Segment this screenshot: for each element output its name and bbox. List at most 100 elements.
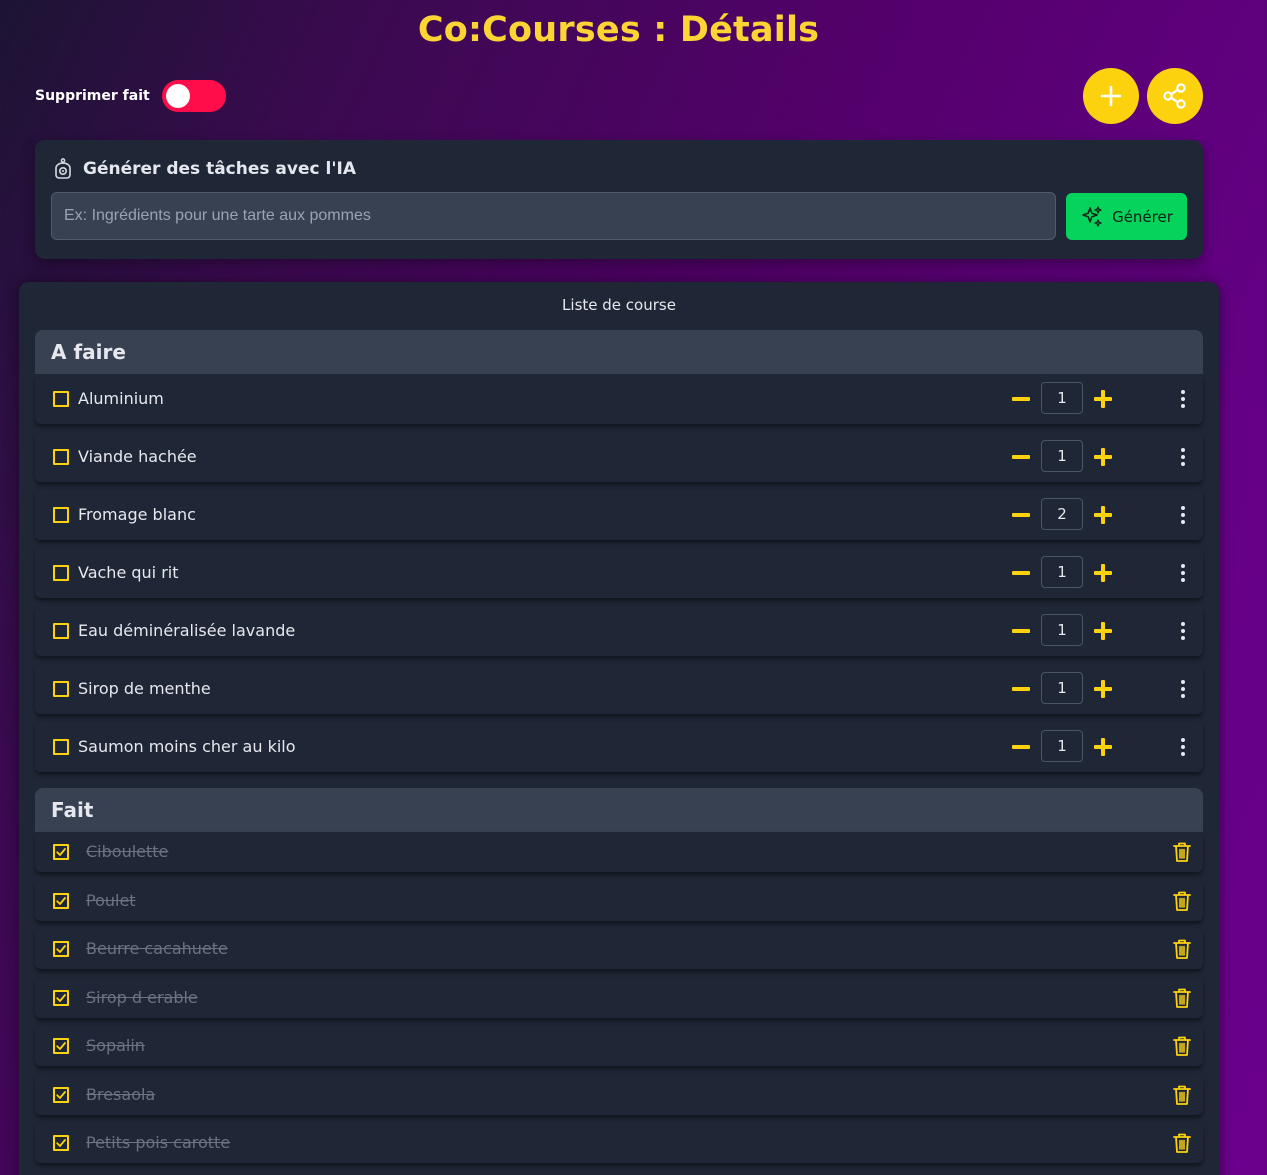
ai-generator-card: Générer des tâches avec l'IA Générer [35,140,1203,259]
decrease-quantity-button[interactable] [1012,513,1030,517]
item-label: Sirop d erable [86,987,198,1007]
trash-icon[interactable] [1173,890,1191,916]
list-item: Saumon moins cher au kilo 1 [35,722,1203,772]
trash-icon[interactable] [1173,1035,1191,1061]
trash-icon[interactable] [1173,938,1191,964]
share-icon [1163,83,1186,109]
more-options-icon[interactable] [1181,506,1185,524]
increase-quantity-button[interactable] [1094,448,1112,466]
list-item: Sirop de menthe 1 [35,664,1203,714]
done-list-item: Poulet [35,880,1203,921]
list-item: Aluminium 1 [35,374,1203,424]
trash-icon[interactable] [1173,987,1191,1013]
quantity-field[interactable]: 1 [1041,730,1083,762]
quantity-field[interactable]: 1 [1041,440,1083,472]
plus-icon [1100,85,1122,107]
decrease-quantity-button[interactable] [1012,629,1030,633]
more-options-icon[interactable] [1181,622,1185,640]
item-label: Ciboulette [86,842,169,861]
share-button[interactable] [1147,68,1203,124]
item-checkbox[interactable] [53,507,69,523]
item-label: Sirop de menthe [78,679,211,698]
increase-quantity-button[interactable] [1094,390,1112,408]
item-checkbox-checked[interactable] [53,1038,69,1054]
done-list-item: Petits pois carotte [35,1123,1203,1163]
item-label: Aluminium [78,389,164,408]
decrease-quantity-button[interactable] [1012,687,1030,691]
decrease-quantity-button[interactable] [1012,455,1030,459]
done-list-item: Sopalin [35,1026,1203,1066]
item-checkbox-checked[interactable] [53,892,69,909]
page-title: Co:Courses : Détails [417,10,820,50]
item-checkbox[interactable] [53,739,69,755]
list-title: Liste de course [562,296,676,314]
remove-done-toggle[interactable] [161,80,226,112]
remove-done-label: Supprimer fait [35,88,150,104]
done-section-header: Fait [35,788,1203,832]
item-checkbox[interactable] [53,623,69,639]
trash-icon[interactable] [1173,1084,1191,1110]
decrease-quantity-button[interactable] [1012,397,1030,401]
sparkles-icon [1082,205,1102,227]
ai-generator-header: Générer des tâches avec l'IA [53,158,356,180]
trash-icon[interactable] [1173,1132,1191,1158]
item-label: Saumon moins cher au kilo [78,737,296,756]
quantity-field[interactable]: 1 [1041,614,1083,646]
increase-quantity-button[interactable] [1094,680,1112,698]
robot-icon [55,158,71,179]
done-list: Ciboulette Poulet Beurre cacahuete Sirop d … [35,832,1203,1172]
increase-quantity-button[interactable] [1094,622,1112,640]
quantity-field[interactable]: 1 [1041,382,1083,414]
ai-prompt-input[interactable] [51,192,1056,240]
item-label: Eau déminéralisée lavande [78,621,296,640]
item-label: Poulet [86,890,136,910]
todo-section-header: A faire [35,330,1203,374]
item-checkbox[interactable] [53,449,69,465]
item-label: Beurre cacahuete [86,939,228,958]
item-label: Petits pois carotte [86,1133,231,1152]
list-item: Eau déminéralisée lavande 1 [35,606,1203,656]
list-item: Vache qui rit 1 [35,548,1203,598]
generate-button[interactable]: Générer [1066,193,1187,240]
item-checkbox[interactable] [53,681,69,697]
more-options-icon[interactable] [1181,738,1185,756]
decrease-quantity-button[interactable] [1012,571,1030,575]
decrease-quantity-button[interactable] [1012,745,1030,749]
trash-icon[interactable] [1173,841,1191,867]
quantity-field[interactable]: 2 [1041,498,1083,530]
add-item-button[interactable] [1083,68,1139,124]
quantity-field[interactable]: 1 [1041,672,1083,704]
toggle-knob [165,84,190,108]
shopping-list-panel: Liste de course A faire Aluminium 1 Viande… [19,282,1219,1175]
item-label: Vache qui rit [78,563,179,582]
done-list-item: Sirop d erable [35,977,1203,1018]
item-label: Fromage blanc [78,505,196,524]
more-options-icon[interactable] [1181,448,1185,466]
item-checkbox-checked[interactable] [53,1135,69,1151]
more-options-icon[interactable] [1181,680,1185,698]
item-checkbox-checked[interactable] [53,1086,69,1103]
ai-generator-title: Générer des tâches avec l'IA [83,159,357,179]
item-label: Viande hachée [78,447,197,466]
done-list-item: Ciboulette [35,832,1203,872]
item-label: Sopalin [86,1036,145,1055]
todo-list: Aluminium 1 Viande hachée 1 Fromage blanc 2 Va… [35,374,1203,780]
more-options-icon[interactable] [1181,564,1185,582]
list-item: Viande hachée 1 [35,432,1203,482]
item-checkbox-checked[interactable] [53,989,69,1006]
increase-quantity-button[interactable] [1094,506,1112,524]
list-item: Fromage blanc 2 [35,490,1203,540]
increase-quantity-button[interactable] [1094,564,1112,582]
remove-done-control: Supprimer fait [35,80,226,112]
increase-quantity-button[interactable] [1094,738,1112,756]
generate-button-label: Générer [1112,207,1173,226]
item-checkbox[interactable] [53,391,69,407]
item-label: Bresaola [86,1084,156,1104]
item-checkbox[interactable] [53,565,69,581]
quantity-field[interactable]: 1 [1041,556,1083,588]
done-list-item: Bresaola [35,1074,1203,1115]
more-options-icon[interactable] [1181,390,1185,408]
item-checkbox-checked[interactable] [53,844,69,860]
done-list-item: Beurre cacahuete [35,929,1203,969]
item-checkbox-checked[interactable] [53,941,69,957]
